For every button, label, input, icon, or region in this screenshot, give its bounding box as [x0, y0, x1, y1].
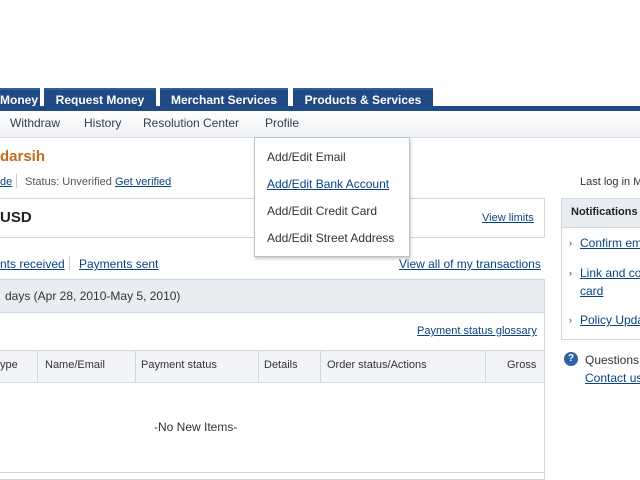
- empty-table-message: -No New Items-: [154, 420, 238, 434]
- tab-products-services[interactable]: Products & Services: [293, 88, 433, 108]
- chevron-right-icon: ›: [569, 315, 572, 325]
- sub-navigation: Withdraw History Resolution Center Profi…: [0, 111, 640, 138]
- column-order-status-actions: Order status/Actions: [327, 359, 427, 371]
- subnav-profile[interactable]: Profile: [265, 116, 299, 130]
- status-divider: [16, 174, 17, 188]
- profile-dropdown-menu: Add/Edit Email Add/Edit Bank Account Add…: [254, 137, 410, 257]
- tab-request-money[interactable]: Request Money: [44, 88, 156, 108]
- account-name: darsih: [0, 148, 46, 165]
- column-details: Details: [264, 359, 298, 371]
- balance-amount: USD: [0, 209, 32, 226]
- menu-item-add-edit-email[interactable]: Add/Edit Email: [267, 150, 346, 164]
- account-status-row: de: [0, 176, 12, 188]
- main-tab-bar: Money Request Money Merchant Services Pr…: [0, 88, 640, 108]
- payments-received-link[interactable]: nts received: [0, 257, 65, 271]
- column-divider: [135, 351, 136, 382]
- tab-send-money[interactable]: Money: [0, 88, 40, 108]
- table-header-row: ype Name/Email Payment status Details Or…: [0, 350, 544, 383]
- column-gross: Gross: [507, 359, 537, 371]
- links-divider: [69, 256, 70, 270]
- subnav-history[interactable]: History: [84, 116, 121, 130]
- date-range-row: days (Apr 28, 2010-May 5, 2010): [0, 280, 544, 313]
- notification-link-card-link[interactable]: Link and co: [580, 266, 640, 280]
- payment-status-glossary-link[interactable]: Payment status glossary: [417, 325, 537, 337]
- chevron-right-icon: ›: [569, 238, 572, 248]
- contact-us-link[interactable]: Contact us: [585, 371, 640, 385]
- date-range-label: days (Apr 28, 2010-May 5, 2010): [5, 289, 181, 303]
- tab-merchant-services[interactable]: Merchant Services: [160, 88, 288, 108]
- last-login-text: Last log in M: [580, 176, 640, 188]
- menu-item-add-edit-credit-card[interactable]: Add/Edit Credit Card: [267, 204, 377, 218]
- notifications-header: Notifications: [562, 199, 640, 228]
- view-limits-link[interactable]: View limits: [482, 212, 534, 224]
- menu-item-add-edit-street-address[interactable]: Add/Edit Street Address: [267, 231, 394, 245]
- column-type: ype: [0, 359, 18, 371]
- column-name-email: Name/Email: [45, 359, 105, 371]
- column-divider: [258, 351, 259, 382]
- notification-confirm-email-link[interactable]: Confirm em: [580, 236, 640, 250]
- column-divider: [485, 351, 486, 382]
- chevron-right-icon: ›: [569, 268, 572, 278]
- subnav-resolution-center[interactable]: Resolution Center: [143, 116, 239, 130]
- questions-label: Questions: [585, 353, 640, 367]
- notifications-title: Notifications: [571, 206, 638, 218]
- column-divider: [37, 351, 38, 382]
- get-verified-link[interactable]: Get verified: [115, 176, 171, 188]
- account-status-label: Status: Unverified: [25, 176, 112, 188]
- column-payment-status: Payment status: [141, 359, 217, 371]
- question-icon: ?: [564, 352, 578, 366]
- account-type-link[interactable]: de: [0, 176, 12, 188]
- menu-item-add-edit-bank-account[interactable]: Add/Edit Bank Account: [267, 177, 389, 191]
- notification-link-card-link-cont[interactable]: card: [580, 284, 603, 298]
- table-bottom-border: [0, 472, 544, 473]
- payments-sent-link[interactable]: Payments sent: [79, 257, 158, 271]
- notification-policy-update-link[interactable]: Policy Upda: [580, 313, 640, 327]
- view-all-transactions-link[interactable]: View all of my transactions: [399, 257, 541, 271]
- column-divider: [320, 351, 321, 382]
- subnav-withdraw[interactable]: Withdraw: [10, 116, 60, 130]
